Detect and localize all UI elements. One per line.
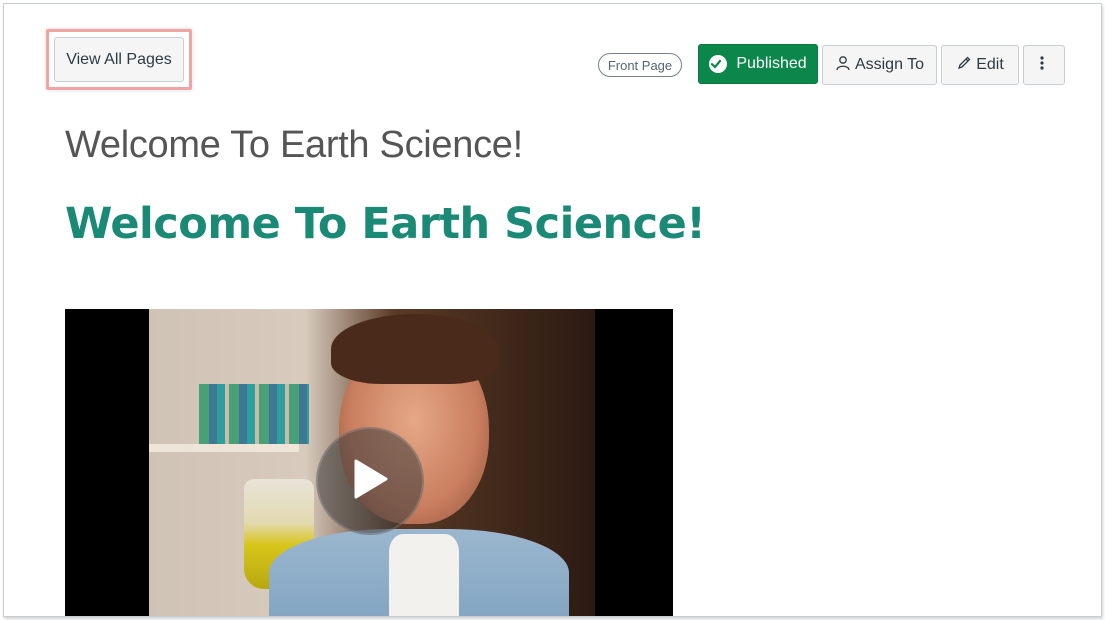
front-page-badge: Front Page [598,53,682,77]
assign-to-button[interactable]: Assign To [822,45,937,85]
play-button[interactable] [316,427,424,535]
edit-label: Edit [976,56,1004,73]
kebab-menu-icon [1039,55,1049,76]
content-heading: Welcome To Earth Science! [65,199,706,249]
video-player[interactable] [65,309,673,616]
more-options-button[interactable] [1023,45,1065,85]
play-icon [350,457,390,506]
published-button[interactable]: Published [698,44,818,84]
edit-button[interactable]: Edit [941,45,1019,85]
assign-to-label: Assign To [854,56,925,73]
view-all-pages-button[interactable]: View All Pages [54,37,184,82]
pencil-icon [956,55,976,76]
view-all-pages-label: View All Pages [66,50,172,68]
user-icon [835,55,855,76]
published-label: Published [736,55,807,72]
front-page-badge-label: Front Page [607,57,673,73]
page-title: Welcome To Earth Science! [65,124,523,166]
check-circle-icon [709,55,728,73]
page-frame: View All Pages Front Page Published Assi… [3,3,1102,617]
